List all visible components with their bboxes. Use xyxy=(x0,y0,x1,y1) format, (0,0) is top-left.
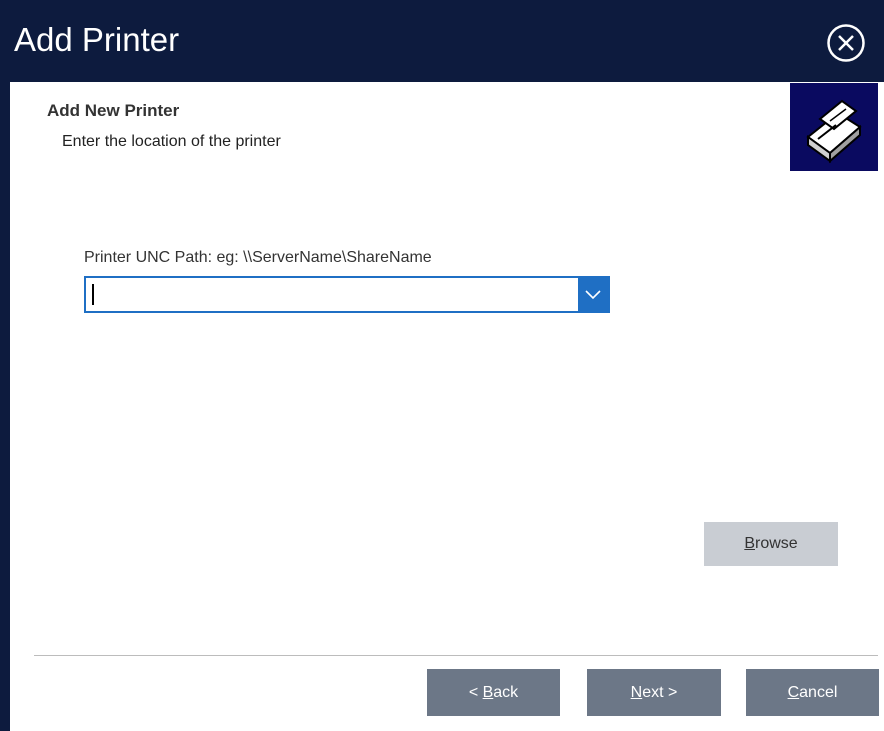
text-cursor xyxy=(92,284,94,305)
window-left-border xyxy=(0,82,10,731)
cancel-button[interactable]: Cancel xyxy=(746,669,879,716)
next-button[interactable]: Next > xyxy=(587,669,721,716)
chevron-down-icon xyxy=(585,290,601,300)
close-circle-icon xyxy=(827,24,865,62)
unc-path-combobox[interactable] xyxy=(84,276,610,313)
page-title: Add New Printer xyxy=(47,101,180,120)
back-button[interactable]: < Back xyxy=(427,669,560,716)
browse-button[interactable]: Browse xyxy=(704,522,838,566)
browse-mnemonic: B xyxy=(744,535,755,552)
next-label: ext > xyxy=(642,683,678,701)
browse-label: rowse xyxy=(754,535,798,552)
printer-icon xyxy=(790,83,878,171)
cancel-mnemonic: C xyxy=(787,683,800,701)
unc-path-label: Printer UNC Path: eg: \\ServerName\Share… xyxy=(84,249,432,266)
unc-path-input[interactable] xyxy=(88,280,586,309)
back-mnemonic: B xyxy=(482,683,494,701)
page-subtitle: Enter the location of the printer xyxy=(62,133,281,150)
next-mnemonic: N xyxy=(630,683,643,701)
back-label: ack xyxy=(493,683,519,701)
title-bar: Add Printer xyxy=(0,0,884,82)
back-prefix: < xyxy=(468,683,483,701)
dropdown-button[interactable] xyxy=(578,278,608,311)
window-title: Add Printer xyxy=(14,21,180,58)
cancel-label: ancel xyxy=(799,683,838,701)
close-button[interactable] xyxy=(826,23,866,63)
footer-divider xyxy=(34,655,878,656)
